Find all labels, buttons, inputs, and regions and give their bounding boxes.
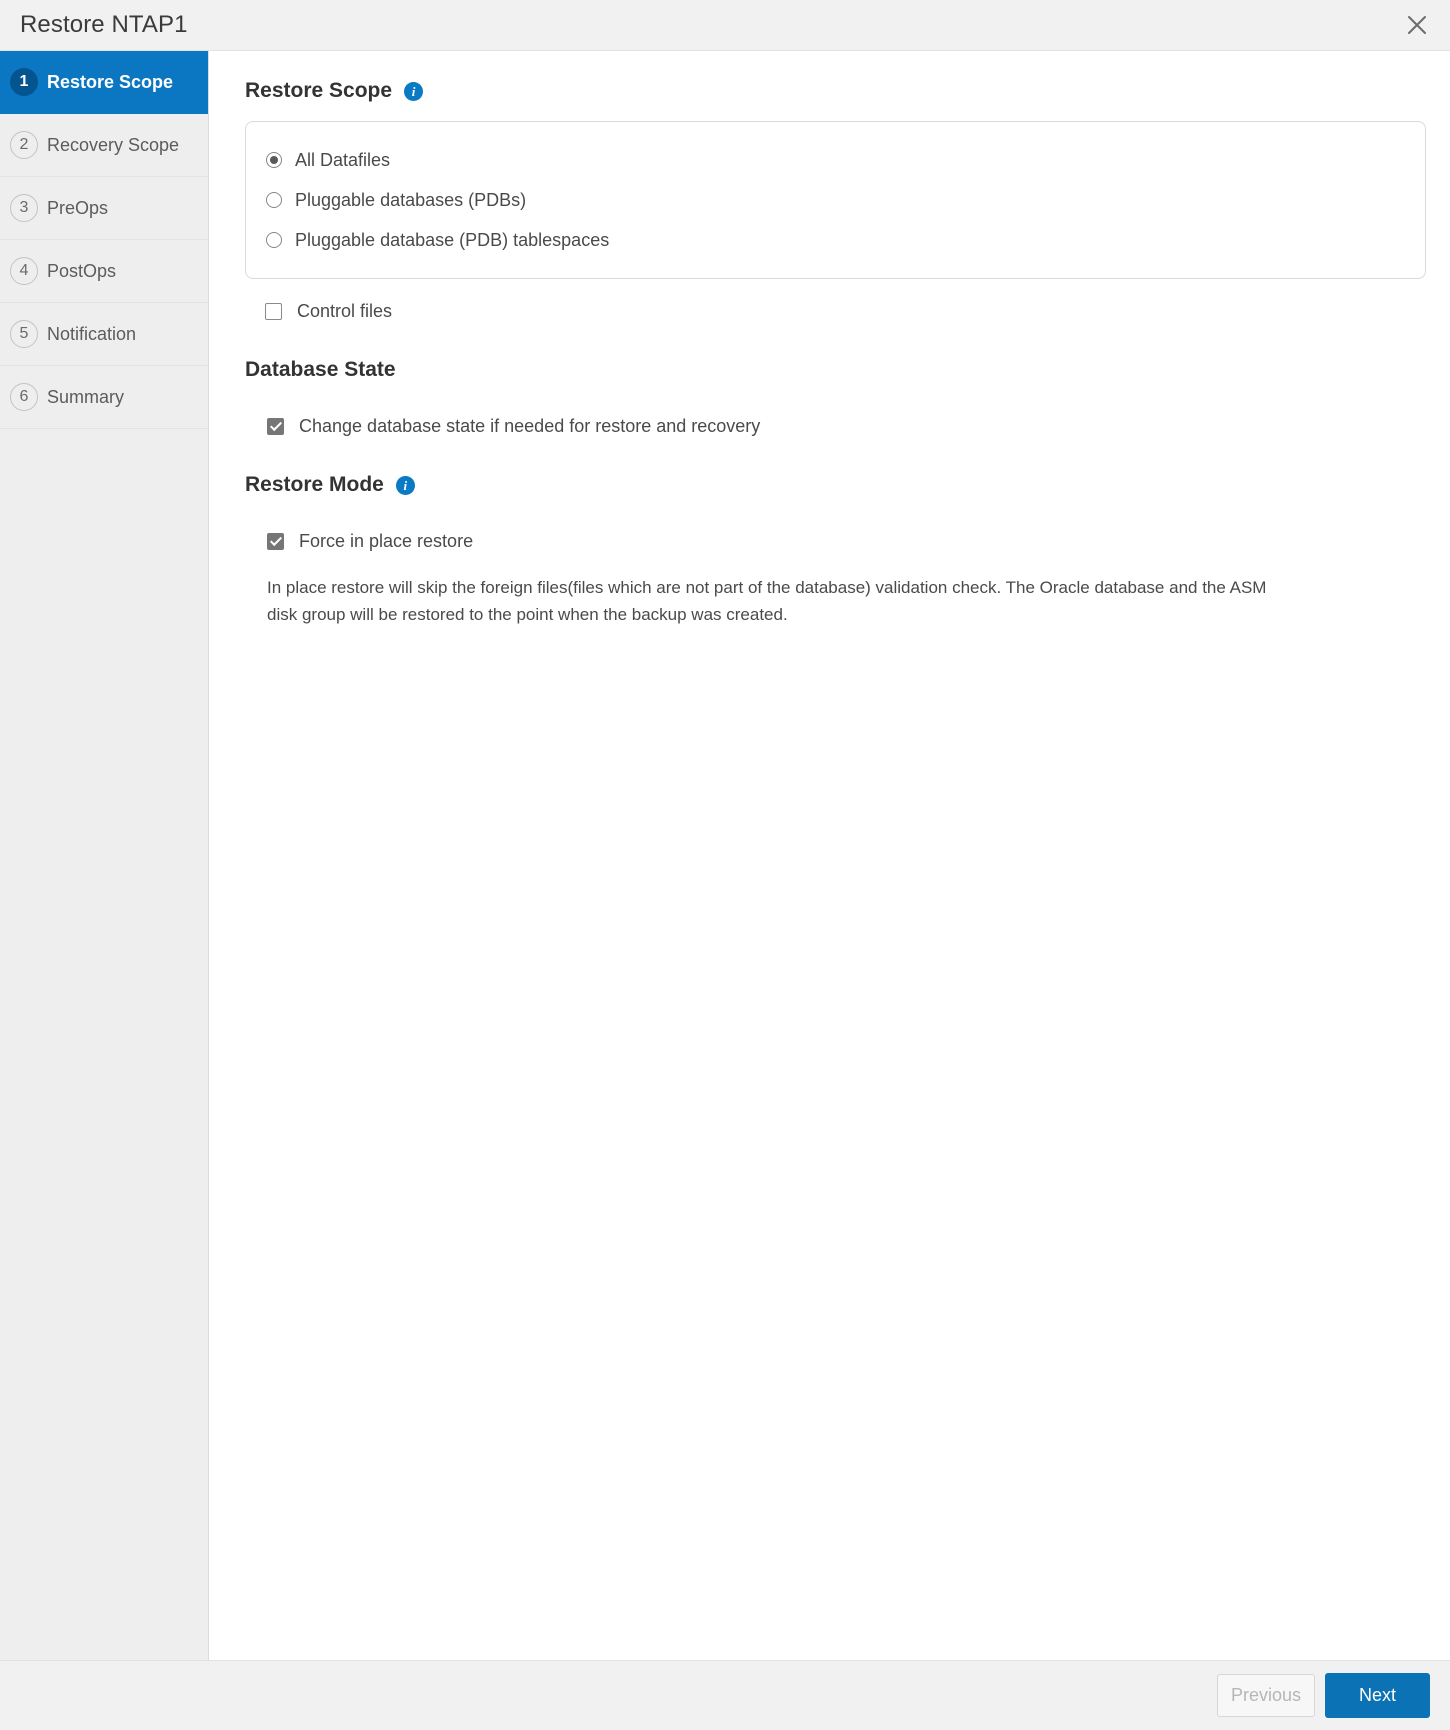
restore-mode-description: In place restore will skip the foreign f… — [267, 578, 1267, 625]
sidebar-item-label: Summary — [47, 386, 125, 407]
radio-indicator — [266, 192, 282, 208]
restore-dialog: Restore NTAP1 1 Restore Scope 2 Recovery… — [0, 0, 1450, 1730]
checkbox-label: Force in place restore — [299, 531, 474, 551]
sidebar-item-recovery-scope[interactable]: 2 Recovery Scope — [0, 114, 208, 177]
radio-indicator — [266, 152, 282, 168]
restore-scope-heading-row: Restore Scope i — [245, 79, 1426, 103]
next-button[interactable]: Next — [1325, 1673, 1430, 1718]
close-icon[interactable] — [1400, 8, 1434, 42]
restore-scope-heading: Restore Scope — [245, 79, 393, 102]
step-number: 2 — [10, 131, 38, 159]
radio-option-pdb-tablespaces[interactable]: Pluggable database (PDB) tablespaces — [246, 220, 1425, 260]
info-icon[interactable]: i — [395, 475, 415, 495]
sidebar-item-summary[interactable]: 6 Summary — [0, 366, 208, 429]
checkbox-indicator — [265, 303, 282, 320]
restore-mode-heading-row: Restore Mode i — [245, 473, 1426, 497]
sidebar-item-postops[interactable]: 4 PostOps — [0, 240, 208, 303]
restore-mode-heading: Restore Mode — [245, 473, 384, 496]
radio-option-pluggable-databases[interactable]: Pluggable databases (PDBs) — [246, 180, 1425, 220]
sidebar-item-label: Notification — [47, 323, 137, 344]
step-number: 5 — [10, 320, 38, 348]
dialog-titlebar: Restore NTAP1 — [0, 0, 1450, 51]
info-icon[interactable]: i — [404, 81, 424, 101]
checkbox-indicator — [267, 533, 284, 550]
checkbox-label: Change database state if needed for rest… — [299, 416, 761, 436]
previous-button[interactable]: Previous — [1217, 1674, 1315, 1717]
database-state-heading-row: Database State — [245, 358, 1426, 382]
sidebar-item-notification[interactable]: 5 Notification — [0, 303, 208, 366]
step-number: 4 — [10, 257, 38, 285]
radio-label: All Datafiles — [295, 149, 391, 170]
sidebar-item-preops[interactable]: 3 PreOps — [0, 177, 208, 240]
checkbox-force-in-place-restore[interactable]: Force in place restore — [245, 531, 1426, 552]
radio-label: Pluggable databases (PDBs) — [295, 189, 527, 210]
dialog-title: Restore NTAP1 — [20, 11, 188, 38]
radio-option-all-datafiles[interactable]: All Datafiles — [246, 140, 1425, 180]
step-number: 3 — [10, 194, 38, 222]
database-state-heading: Database State — [245, 358, 396, 381]
step-number: 1 — [10, 68, 38, 96]
checkbox-indicator — [267, 418, 284, 435]
sidebar-item-label: PostOps — [47, 260, 117, 281]
sidebar-item-restore-scope[interactable]: 1 Restore Scope — [0, 51, 208, 114]
step-number: 6 — [10, 383, 38, 411]
sidebar-item-label: PreOps — [47, 197, 109, 218]
main-content: Restore Scope i All Datafiles Pluggable … — [209, 51, 1450, 1660]
wizard-steps-sidebar: 1 Restore Scope 2 Recovery Scope 3 PreOp… — [0, 51, 209, 1660]
restore-scope-radio-group: All Datafiles Pluggable databases (PDBs)… — [245, 121, 1426, 279]
radio-indicator — [266, 232, 282, 248]
checkbox-label: Control files — [297, 301, 393, 321]
checkbox-change-database-state[interactable]: Change database state if needed for rest… — [245, 416, 1426, 437]
sidebar-item-label: Recovery Scope — [47, 134, 180, 155]
radio-label: Pluggable database (PDB) tablespaces — [295, 229, 610, 250]
sidebar-item-label: Restore Scope — [47, 71, 174, 92]
dialog-body: 1 Restore Scope 2 Recovery Scope 3 PreOp… — [0, 51, 1450, 1660]
checkbox-control-files[interactable]: Control files — [245, 301, 1426, 322]
dialog-footer: Previous Next — [0, 1660, 1450, 1730]
